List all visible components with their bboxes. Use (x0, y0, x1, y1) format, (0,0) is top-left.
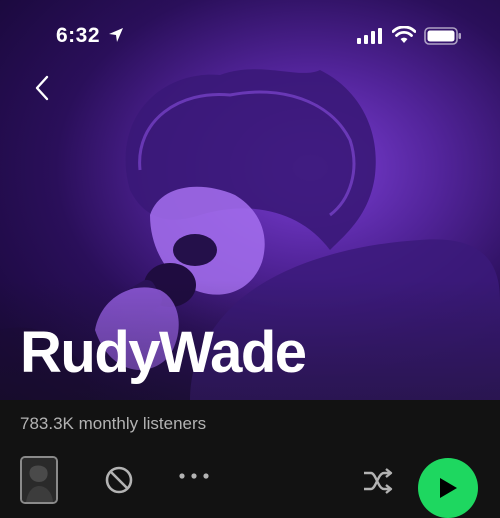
battery-icon (424, 27, 461, 45)
play-button[interactable] (418, 458, 478, 518)
status-time: 6:32 (56, 24, 101, 47)
signal-icon (357, 28, 382, 44)
play-icon (440, 478, 457, 498)
artist-name: RudyWade (20, 320, 307, 385)
artist-controls (0, 450, 500, 518)
artist-thumbnail[interactable] (20, 456, 58, 504)
wifi-icon (392, 26, 416, 43)
status-bar: 6:32 (0, 0, 500, 70)
chevron-left-icon (35, 75, 49, 101)
thumbnail-image (22, 458, 56, 502)
more-icon[interactable] (178, 472, 210, 480)
shuffle-icon[interactable] (362, 467, 394, 495)
block-icon[interactable] (104, 465, 134, 495)
monthly-listeners: 783.3K monthly listeners (20, 414, 207, 433)
location-arrow-icon (109, 28, 123, 42)
back-button[interactable] (28, 72, 56, 104)
